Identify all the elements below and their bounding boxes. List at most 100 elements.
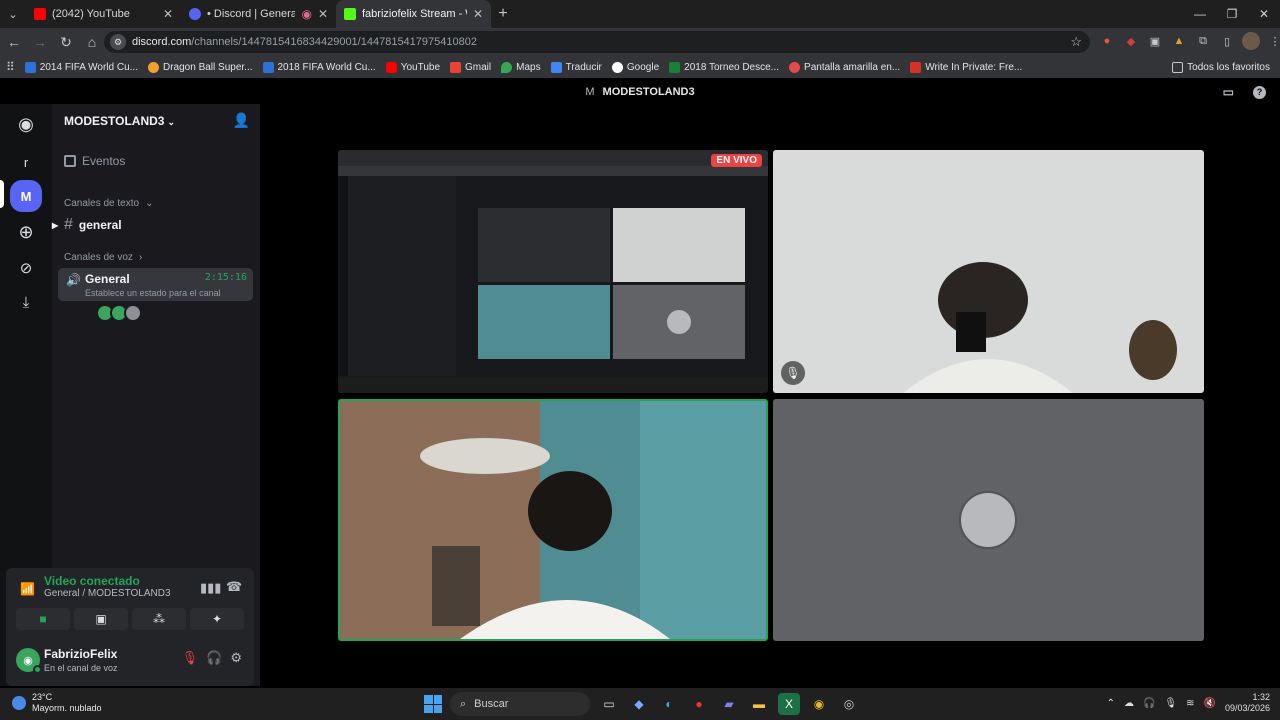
- voice-channels-category[interactable]: Canales de voz ›: [64, 252, 142, 263]
- bookmark-item[interactable]: Google: [611, 61, 659, 73]
- voice-status[interactable]: Establece un estado para el canal: [85, 288, 221, 298]
- restore-icon[interactable]: ❐: [1216, 0, 1248, 28]
- microphone-icon[interactable]: 🎙: [1164, 698, 1177, 709]
- help-icon[interactable]: ?: [1253, 85, 1266, 99]
- onedrive-icon[interactable]: ☁: [1124, 698, 1134, 709]
- extensions-menu-icon[interactable]: ⧉: [1194, 32, 1212, 50]
- site-info-icon[interactable]: ⚙: [110, 34, 126, 50]
- bookmark-star-icon[interactable]: ☆: [1070, 34, 1082, 50]
- bookmark-item[interactable]: 2018 Torneo Desce...: [669, 61, 779, 73]
- headset-icon[interactable]: 🎧: [1143, 698, 1155, 709]
- bookmark-item[interactable]: Maps: [501, 61, 541, 73]
- inbox-icon[interactable]: ▭: [1223, 85, 1234, 99]
- clock[interactable]: 1:32 09/03/2026: [1225, 692, 1270, 714]
- camera-off-tile[interactable]: [773, 399, 1204, 641]
- bookmark-favicon-icon: [262, 61, 274, 73]
- minimize-icon[interactable]: —: [1184, 0, 1216, 28]
- taskbar-search[interactable]: ⌕ Buscar: [450, 692, 590, 716]
- tab-youtube[interactable]: (2042) YouTube ✕: [26, 0, 181, 28]
- tab-search-chevron-icon[interactable]: ⌄: [0, 8, 26, 21]
- extension-puzzle-icon[interactable]: ▣: [1146, 32, 1164, 50]
- microphone-muted-icon[interactable]: 🎙: [182, 650, 199, 666]
- excel-icon[interactable]: X: [778, 693, 800, 715]
- apps-grid-icon[interactable]: ⠿: [6, 60, 15, 74]
- camera-tile-speaking[interactable]: [338, 399, 768, 641]
- tab-discord[interactable]: • Discord | General | MODE ◉ ✕: [181, 0, 336, 28]
- edge-icon[interactable]: ◐: [658, 693, 680, 715]
- browser-menu-icon[interactable]: ⋮: [1266, 32, 1280, 50]
- extension-fire-icon[interactable]: ●: [1098, 32, 1116, 50]
- voice-channel-general[interactable]: 🔊 General 2:15:16 Establece un estado pa…: [58, 268, 253, 301]
- bookmark-item[interactable]: Write In Private: Fre...: [910, 61, 1022, 73]
- settings-gear-icon[interactable]: ⚙: [230, 650, 242, 666]
- bookmark-item[interactable]: 2018 FIFA World Cu...: [262, 61, 376, 73]
- chevron-up-icon[interactable]: ⌃: [1107, 698, 1115, 709]
- download-icon[interactable]: ⤓: [10, 286, 42, 318]
- bookmark-item[interactable]: YouTube: [385, 61, 440, 73]
- screen-share-tile[interactable]: EN VIVO: [338, 150, 768, 393]
- connection-status: Video conectado: [44, 574, 140, 588]
- copilot-icon[interactable]: ◆: [628, 693, 650, 715]
- tab-kick-stream[interactable]: fabriziofelix Stream - Watch Liv ✕: [336, 0, 491, 28]
- text-channel-general[interactable]: ▶ # general: [52, 216, 122, 234]
- volume-icon[interactable]: 🔇: [1204, 698, 1216, 709]
- extension-flame-icon[interactable]: ▲: [1170, 32, 1188, 50]
- wifi-icon[interactable]: ≋: [1186, 698, 1194, 709]
- maps-icon: [501, 61, 513, 73]
- signal-icon[interactable]: 📶: [20, 582, 35, 596]
- bookmark-item[interactable]: Gmail: [450, 61, 491, 73]
- server-name-header[interactable]: MODESTOLAND3 ⌄: [64, 114, 175, 128]
- home-icon[interactable]: ⌂: [80, 30, 104, 54]
- temperature: 23°C: [32, 692, 53, 702]
- bookmark-item[interactable]: Dragon Ball Super...: [148, 61, 253, 73]
- all-bookmarks[interactable]: Todos los favoritos: [1172, 61, 1270, 73]
- back-icon[interactable]: ←: [2, 30, 26, 54]
- server-r[interactable]: r: [10, 146, 42, 178]
- forward-icon[interactable]: →: [28, 30, 52, 54]
- add-server-icon[interactable]: ⊕: [10, 216, 42, 248]
- bookmark-item[interactable]: 2014 FIFA World Cu...: [24, 61, 138, 73]
- disconnect-icon[interactable]: ☎: [226, 579, 242, 595]
- server-modestoland3[interactable]: M: [10, 180, 42, 212]
- chevron-down-icon: ⌄: [145, 198, 154, 209]
- activities-button[interactable]: ⁂: [132, 608, 186, 630]
- invite-user-icon[interactable]: 👤: [233, 112, 250, 129]
- discord-home-icon[interactable]: ◉: [10, 108, 42, 140]
- close-window-icon[interactable]: ✕: [1248, 0, 1280, 28]
- profile-avatar-icon[interactable]: [1242, 32, 1260, 50]
- task-view-icon[interactable]: ▭: [598, 693, 620, 715]
- weather-widget[interactable]: 23°C Mayorm. nublado: [12, 692, 102, 714]
- file-explorer-icon[interactable]: ▬: [748, 693, 770, 715]
- screen-share-button[interactable]: ▣: [74, 608, 128, 630]
- chrome-icon[interactable]: ◉: [808, 693, 830, 715]
- window-controls: — ❐ ✕: [1184, 0, 1280, 28]
- extension-red-icon[interactable]: ◆: [1122, 32, 1140, 50]
- app-red-icon[interactable]: ●: [688, 693, 710, 715]
- headphones-icon[interactable]: 🎧: [206, 650, 222, 666]
- close-tab-icon[interactable]: ✕: [473, 7, 483, 21]
- new-tab-icon[interactable]: +: [491, 5, 515, 23]
- address-bar[interactable]: ⚙ discord.com/channels/14478154168344290…: [104, 31, 1090, 53]
- camera-tile-2[interactable]: 🎙: [773, 150, 1204, 393]
- participant-avatar[interactable]: [124, 304, 142, 322]
- close-tab-icon[interactable]: ✕: [163, 7, 173, 21]
- reload-icon[interactable]: ↻: [54, 30, 78, 54]
- camera-button[interactable]: ■: [16, 608, 70, 630]
- username[interactable]: FabrizioFelix: [44, 647, 117, 661]
- teams-icon[interactable]: ▰: [718, 693, 740, 715]
- events-link[interactable]: Eventos: [64, 154, 125, 168]
- bookmark-item[interactable]: Traducir: [550, 61, 602, 73]
- windows-start-icon[interactable]: [424, 695, 442, 713]
- close-tab-icon[interactable]: ✕: [318, 7, 328, 21]
- discord-taskbar-icon[interactable]: ◎: [838, 693, 860, 715]
- bookmark-favicon-icon: [789, 61, 801, 73]
- text-channels-category[interactable]: Canales de texto ⌄: [64, 198, 153, 209]
- bookmark-item[interactable]: Pantalla amarilla en...: [789, 61, 900, 73]
- discover-icon[interactable]: ⊘: [10, 252, 42, 284]
- soundboard-button[interactable]: ✦: [190, 608, 244, 630]
- sidebar-toggle-icon[interactable]: ▯: [1218, 32, 1236, 50]
- soundboard-icon[interactable]: ▮▮▮: [200, 580, 221, 596]
- voice-participants: [96, 304, 142, 322]
- participant-video: [340, 401, 766, 639]
- connection-location[interactable]: General / MODESTOLAND3: [44, 588, 171, 599]
